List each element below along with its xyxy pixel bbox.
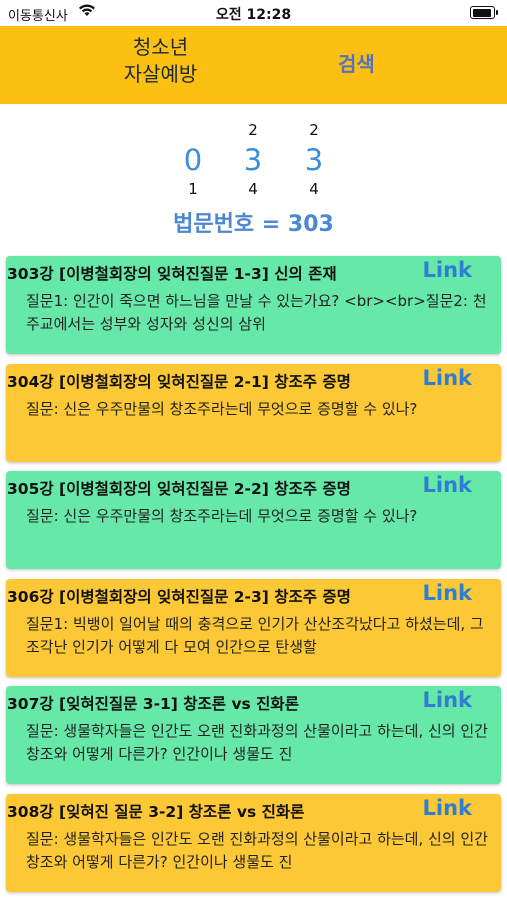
picker-prev-value: 2 [248,121,258,139]
app-title-line-2: 자살예방 [123,62,198,86]
lecture-link-button[interactable]: Link [423,258,473,282]
lecture-summary: 질문: 생물학자들은 인간도 오랜 진화과정의 산물이라고 하는데, 신의 인간… [26,722,488,763]
picker-next-value: 1 [188,180,198,198]
picker-selected-value: 3 [304,143,324,177]
lecture-link-button[interactable]: Link [423,366,473,390]
picker-next-value: 4 [309,180,319,198]
lecture-title: 308강 [잊혀진 질문 3-2] 창조론 vs 진화론 [7,802,305,821]
lecture-title: 305강 [이병철회장의 잊혀진질문 2-2] 창조주 증명 [7,480,351,498]
law-number-label: 법문번호 = 303 [173,212,334,237]
lecture-link-button[interactable]: Link [423,688,473,712]
digit-picker-hundreds[interactable]: 0 1 [173,118,213,204]
lecture-card[interactable]: 303강 [이병철회장의 잊혀진질문 1-3] 신의 존재 Link 질문1: … [6,256,501,354]
app-title: 청소년 자살예방 [88,34,233,88]
picker-prev-value [173,118,213,142]
lecture-link-button[interactable]: Link [423,796,473,820]
lecture-link-button[interactable]: Link [423,581,473,605]
search-button[interactable]: 검색 [338,48,375,77]
lecture-summary: 질문: 신은 우주만물의 창조주라는데 무엇으로 증명할 수 있나? [26,507,418,525]
digit-picker-ones[interactable]: 2 3 4 [294,118,334,204]
lecture-summary: 질문: 신은 우주만물의 창조주라는데 무엇으로 증명할 수 있나? [26,399,418,418]
lecture-title: 306강 [이병철회장의 잊혀진질문 2-3] 창조주 증명 [7,587,351,606]
lecture-card[interactable]: 307강 [잊혀진질문 3-1] 창조론 vs 진화론 Link 질문: 생물학… [6,686,501,784]
lecture-title: 307강 [잊혀진질문 3-1] 창조론 vs 진화론 [7,695,299,713]
clock: 오전 12:28 [215,7,292,23]
lecture-list[interactable]: 303강 [이병철회장의 잊혀진질문 1-3] 신의 존재 Link 질문1: … [6,256,501,900]
picker-selected-value: 3 [243,143,263,177]
header-bar: 청소년 자살예방 검색 [0,26,507,104]
lecture-summary: 질문: 생물학자들은 인간도 오랜 진화과정의 산물이라고 하는데, 신의 인간… [26,829,488,871]
picker-selected-value: 0 [183,143,203,177]
lecture-card[interactable]: 304강 [이병철회장의 잊혀진질문 2-1] 창조주 증명 Link 질문: … [6,363,501,462]
lecture-title: 303강 [이병철회장의 잊혀진질문 1-3] 신의 존재 [7,265,337,283]
lecture-summary: 질문1: 빅뱅이 일어날 때의 충격으로 인기가 산산조각났다고 하셨는데, 그… [26,614,484,656]
status-bar: 이동통신사 오전 12:28 [0,0,507,26]
lecture-card[interactable]: 306강 [이병철회장의 잊혀진질문 2-3] 창조주 증명 Link 질문1:… [6,578,501,677]
lecture-card[interactable]: 308강 [잊혀진 질문 3-2] 창조론 vs 진화론 Link 질문: 생물… [6,793,501,892]
picker-prev-value: 2 [309,121,319,139]
battery-icon [470,6,498,19]
lecture-link-button[interactable]: Link [423,473,473,497]
lecture-title: 304강 [이병철회장의 잊혀진질문 2-1] 창조주 증명 [7,372,351,391]
digit-picker-tens[interactable]: 2 3 4 [233,118,273,204]
app-title-line-1: 청소년 [132,35,189,59]
lecture-summary: 질문1: 인간이 죽으면 하느님을 만날 수 있는가요? <br><br>질문2… [26,292,487,333]
lecture-card[interactable]: 305강 [이병철회장의 잊혀진질문 2-2] 창조주 증명 Link 질문: … [6,471,501,569]
picker-next-value: 4 [248,180,258,198]
